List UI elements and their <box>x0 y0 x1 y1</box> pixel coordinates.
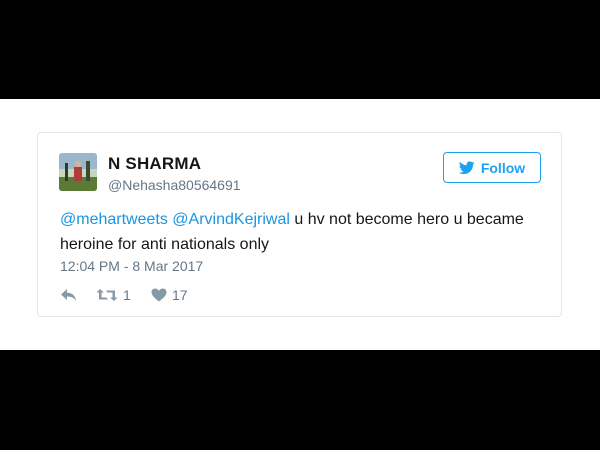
author-name[interactable]: N SHARMA <box>108 154 201 174</box>
follow-label: Follow <box>480 159 526 176</box>
tweet-card: N SHARMA @Nehasha80564691 Follow @mehart… <box>37 132 562 317</box>
like-button[interactable]: 17 <box>151 287 188 303</box>
tweet-actions: 1 17 <box>60 287 188 303</box>
tweet-text: @mehartweets @ArvindKejriwal u hv not be… <box>60 207 530 257</box>
reply-icon <box>61 289 76 301</box>
mention-mehartweets[interactable]: @mehartweets <box>60 211 168 228</box>
retweet-count: 1 <box>123 287 131 303</box>
like-count: 17 <box>172 287 188 303</box>
screenshot-band: N SHARMA @Nehasha80564691 Follow @mehart… <box>0 99 600 350</box>
tweet-timestamp[interactable]: 12:04 PM - 8 Mar 2017 <box>60 258 203 274</box>
retweet-button[interactable]: 1 <box>96 287 151 303</box>
avatar[interactable] <box>59 153 97 191</box>
follow-button[interactable]: Follow <box>443 152 541 183</box>
mention-arvindkejriwal[interactable]: @ArvindKejriwal <box>172 211 290 228</box>
reply-button[interactable] <box>60 288 96 302</box>
heart-icon <box>151 288 167 302</box>
retweet-icon <box>96 289 118 301</box>
twitter-bird-icon <box>458 160 475 174</box>
author-handle[interactable]: @Nehasha80564691 <box>108 177 241 193</box>
avatar-image <box>59 153 97 191</box>
